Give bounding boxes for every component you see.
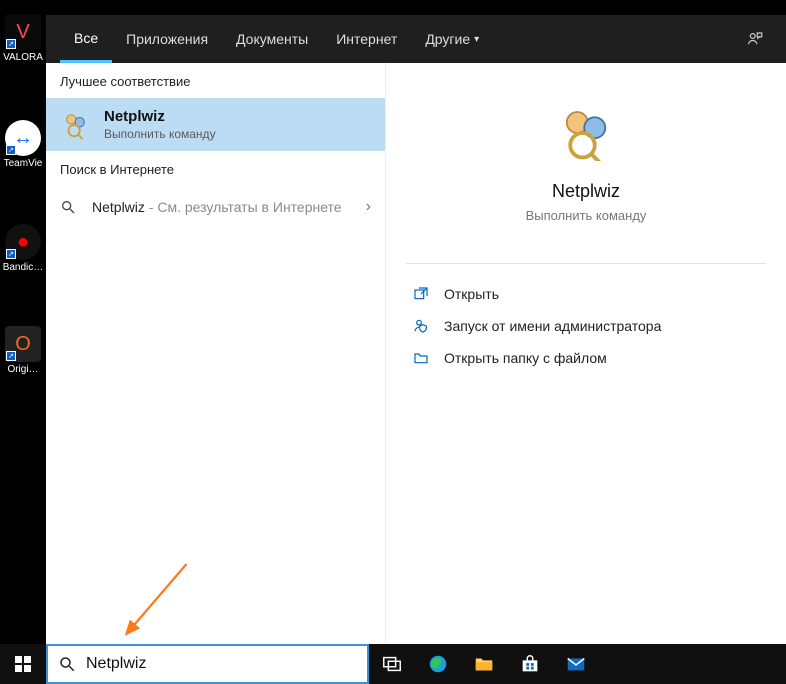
taskbar-search-box[interactable] xyxy=(46,644,369,684)
feedback-button[interactable] xyxy=(738,30,772,48)
desktop-icon-label: VALORA xyxy=(2,52,44,63)
taskbar-explorer[interactable] xyxy=(461,644,507,684)
desktop-icon-origin[interactable]: O ↗ Origi… xyxy=(2,326,44,375)
preview-title: Netplwiz xyxy=(406,181,766,202)
taskbar xyxy=(0,644,786,684)
results-list: Лучшее соответствие Netplwiz Выполнить к… xyxy=(46,63,386,644)
tab-web[interactable]: Интернет xyxy=(322,15,411,63)
start-button[interactable] xyxy=(0,644,46,684)
windows-logo-icon xyxy=(15,656,31,672)
action-label: Запуск от имени администратора xyxy=(444,318,661,334)
action-label: Открыть xyxy=(444,286,499,302)
edge-icon xyxy=(427,653,449,675)
folder-icon xyxy=(412,350,430,366)
person-feedback-icon xyxy=(746,30,764,48)
result-title: Netplwiz xyxy=(104,108,216,125)
preview-icon xyxy=(556,103,616,163)
shortcut-arrow-icon: ↗ xyxy=(6,249,16,259)
preview-subtitle: Выполнить команду xyxy=(406,208,766,223)
action-run-as-admin[interactable]: Запуск от имени администратора xyxy=(406,310,766,342)
chevron-down-icon: ▾ xyxy=(474,34,479,45)
desktop-icon-label: TeamVie xyxy=(2,158,44,169)
action-label: Открыть папку с файлом xyxy=(444,350,607,366)
taskbar-edge[interactable] xyxy=(415,644,461,684)
desktop-icon-valorant[interactable]: V ↗ VALORA xyxy=(2,14,44,63)
result-netplwiz[interactable]: Netplwiz Выполнить команду xyxy=(46,98,385,151)
desktop-icon-label: Origi… xyxy=(2,364,44,375)
tab-apps[interactable]: Приложения xyxy=(112,15,222,63)
taskbar-pinned-apps xyxy=(369,644,599,684)
tab-documents[interactable]: Документы xyxy=(222,15,322,63)
web-search-header: Поиск в Интернете xyxy=(46,151,385,186)
task-view-button[interactable] xyxy=(369,644,415,684)
web-result-text: Netplwiz - См. результаты в Интернете xyxy=(92,199,354,215)
best-match-header: Лучшее соответствие xyxy=(46,63,385,98)
start-search-panel: Все Приложения Документы Интернет Другие… xyxy=(46,15,786,644)
search-icon xyxy=(58,655,76,673)
result-subtitle: Выполнить команду xyxy=(104,127,216,141)
admin-shield-icon xyxy=(412,318,430,334)
tab-more-label: Другие xyxy=(425,31,470,47)
search-icon xyxy=(60,199,80,215)
shortcut-arrow-icon: ↗ xyxy=(6,145,16,155)
search-scope-tabs: Все Приложения Документы Интернет Другие… xyxy=(46,15,786,63)
file-explorer-icon xyxy=(473,653,495,675)
preview-pane: Netplwiz Выполнить команду Открыть Запус… xyxy=(386,63,786,644)
desktop-icon-label: Bandic… xyxy=(2,262,44,273)
microsoft-store-icon xyxy=(519,653,541,675)
tab-all[interactable]: Все xyxy=(60,15,112,63)
shortcut-arrow-icon: ↗ xyxy=(6,39,16,49)
chevron-right-icon: › xyxy=(366,198,371,216)
action-open-file-location[interactable]: Открыть папку с файлом xyxy=(406,342,766,374)
desktop-icon-teamviewer[interactable]: ↔ ↗ TeamVie xyxy=(2,120,44,169)
action-open[interactable]: Открыть xyxy=(406,278,766,310)
taskbar-store[interactable] xyxy=(507,644,553,684)
open-icon xyxy=(412,286,430,302)
tab-more[interactable]: Другие ▾ xyxy=(411,15,493,63)
result-web-search[interactable]: Netplwiz - См. результаты в Интернете › xyxy=(46,186,385,228)
search-body: Лучшее соответствие Netplwiz Выполнить к… xyxy=(46,63,786,644)
search-input[interactable] xyxy=(86,655,357,673)
separator xyxy=(406,263,766,264)
mail-icon xyxy=(565,653,587,675)
shortcut-arrow-icon: ↗ xyxy=(6,351,16,361)
users-run-icon xyxy=(60,109,92,141)
desktop-icon-bandicam[interactable]: ● ↗ Bandic… xyxy=(2,224,44,273)
taskbar-mail[interactable] xyxy=(553,644,599,684)
task-view-icon xyxy=(381,653,403,675)
